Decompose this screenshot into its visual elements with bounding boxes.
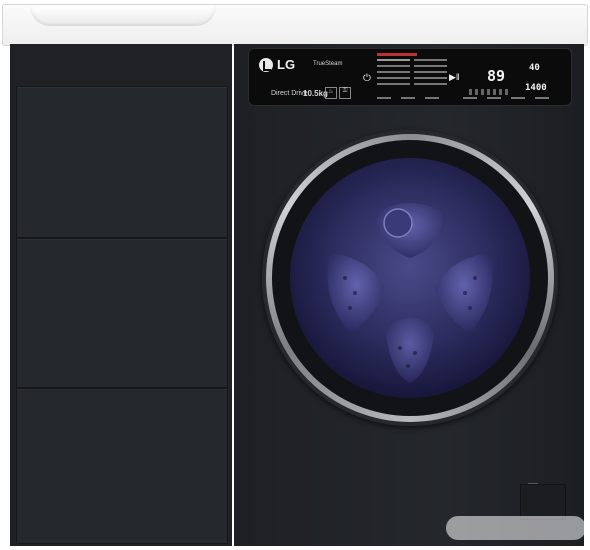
program-item[interactable] [414,65,447,67]
option-button[interactable] [377,97,391,99]
drawer-top[interactable] [16,86,228,238]
brand-label: LG [277,57,296,72]
option-button[interactable] [425,97,439,99]
program-item[interactable] [377,59,410,61]
truesteam-label: TrueSteam [313,61,343,67]
drawer-middle[interactable] [16,238,228,388]
control-panel: LG TrueSteam Direct Drive 10.5kg ♨ ⚿ ⏻ ▶… [248,48,572,106]
start-pause-icon[interactable]: ▶‖ [449,72,460,83]
option-button[interactable] [535,97,549,99]
program-item[interactable] [414,71,447,73]
program-list[interactable] [377,53,447,93]
program-list-header [377,53,417,56]
program-item[interactable] [377,83,410,85]
spin-readout: 1400 [525,83,547,93]
option-button[interactable] [511,97,525,99]
drum-hub [383,208,413,238]
program-item[interactable] [414,77,447,79]
lg-logo-icon [259,58,273,72]
drum-paddle-bottom [385,318,435,383]
steam-icon: ♨ [325,87,337,99]
program-item[interactable] [377,71,410,73]
option-buttons-row [377,95,567,101]
digital-display: 89 40 1400 [467,57,565,99]
watermark [446,516,586,540]
cabinet [10,44,232,546]
program-item[interactable] [414,59,447,61]
time-readout: 89 [487,67,506,85]
sink-basin [30,6,216,26]
service-flap[interactable] [520,484,566,520]
drum-paddles [327,203,493,383]
program-item[interactable] [377,65,410,67]
child-lock-icon: ⚿ [339,87,351,99]
option-button[interactable] [487,97,501,99]
drawer-bottom[interactable] [16,388,228,544]
temperature-readout: 40 [529,63,540,73]
door-glass [290,158,530,398]
power-icon[interactable]: ⏻ [363,73,371,84]
option-button[interactable] [463,97,477,99]
program-item[interactable] [414,83,447,85]
program-item[interactable] [377,77,410,79]
option-button[interactable] [401,97,415,99]
